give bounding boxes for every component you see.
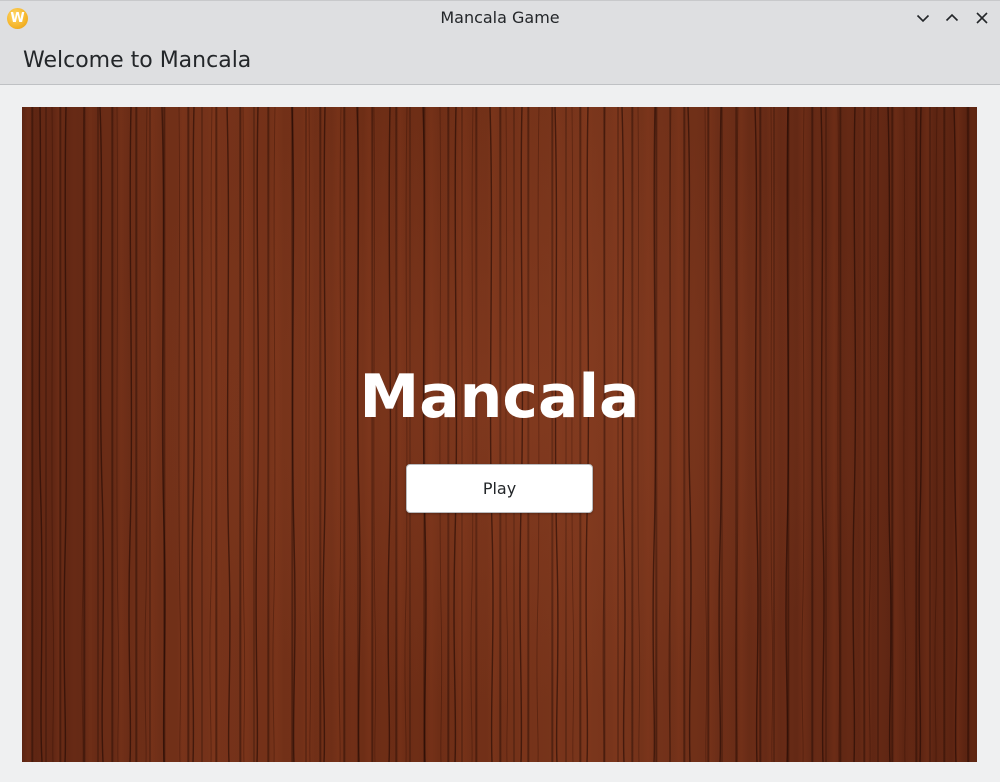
close-button[interactable]	[971, 7, 993, 29]
window-title: Mancala Game	[440, 8, 560, 27]
chevron-down-icon	[916, 14, 930, 23]
page-heading: Welcome to Mancala	[23, 48, 252, 73]
header-bar: Welcome to Mancala	[0, 35, 1000, 85]
title-bar[interactable]: W Mancala Game	[0, 0, 1000, 35]
chevron-up-icon	[945, 13, 959, 22]
wood-grain-texture	[38, 107, 970, 762]
app-icon[interactable]: W	[7, 8, 28, 29]
close-icon	[976, 12, 988, 24]
maximize-button[interactable]	[941, 7, 963, 29]
wood-board: Mancala Play	[22, 107, 977, 762]
play-button[interactable]: Play	[406, 464, 593, 513]
game-title: Mancala	[359, 362, 640, 432]
app-window: W Mancala Game Welcome to Mancala Mancal…	[0, 0, 1000, 782]
minimize-button[interactable]	[912, 7, 934, 29]
